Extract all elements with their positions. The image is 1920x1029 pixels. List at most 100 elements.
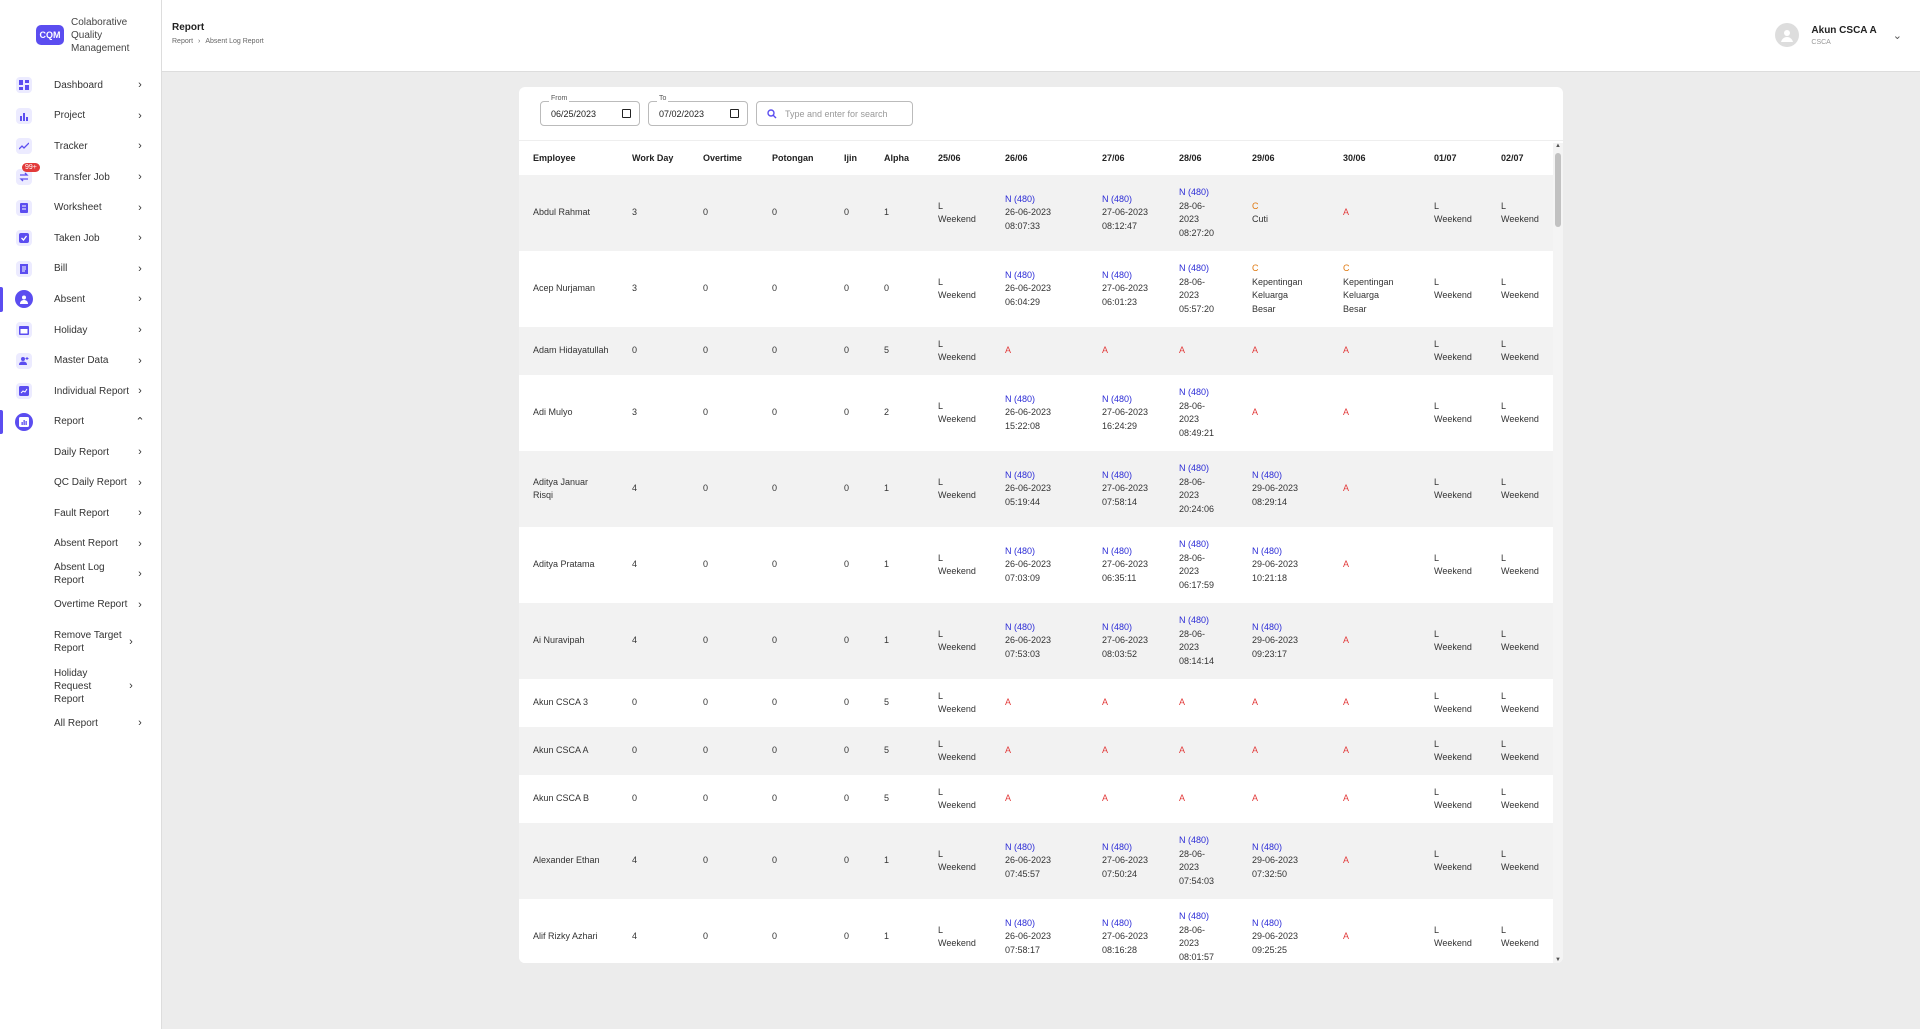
- column-header[interactable]: Potongan: [758, 141, 830, 175]
- attendance-detail: Besar: [1343, 303, 1367, 314]
- submenu-item-label: Daily Report: [54, 446, 110, 458]
- attendance-detail: 07:50:24: [1102, 868, 1138, 879]
- potongan-cell: 0: [758, 251, 830, 327]
- sidebar-item-worksheet[interactable]: Worksheet ›: [0, 192, 161, 223]
- column-header[interactable]: 02/07: [1487, 141, 1553, 175]
- table-row[interactable]: Alif Rizky Azhari 4 0 0 0 1 L Weekend N (480) 26-…: [519, 899, 1553, 963]
- attendance-detail: 08:12:47: [1102, 220, 1138, 231]
- sidebar-item-report[interactable]: Report ⌃: [0, 407, 161, 438]
- attendance-detail: 27-06-2023: [1102, 635, 1149, 646]
- column-header[interactable]: Alpha: [870, 141, 924, 175]
- attendance-cell: N (480) 29-06-2023 09:25:25: [1238, 899, 1329, 963]
- column-header[interactable]: 25/06: [924, 141, 991, 175]
- sidebar-item-tracker[interactable]: Tracker ›: [0, 131, 161, 162]
- column-header[interactable]: Overtime: [689, 141, 758, 175]
- attendance-status: A: [1252, 407, 1259, 418]
- sidebar-item-holiday[interactable]: Holiday ›: [0, 315, 161, 346]
- column-header[interactable]: 29/06: [1238, 141, 1329, 175]
- chevron-down-icon[interactable]: ⌄: [1893, 29, 1902, 42]
- report-icon-graphic: [19, 416, 29, 427]
- attendance-status: N (480): [1102, 545, 1133, 556]
- attendance-detail: Kepentingan: [1252, 276, 1303, 287]
- table-row[interactable]: Alexander Ethan 4 0 0 0 1 L Weekend N (480) 26-06…: [519, 823, 1553, 899]
- table-row[interactable]: Akun CSCA 3 0 0 0 0 5 L Weekend A A A A A L Weekend L We…: [519, 679, 1553, 727]
- bar-chart-icon: [16, 107, 32, 124]
- search-box[interactable]: [756, 101, 913, 126]
- submenu-item-remove-target-report[interactable]: Remove Target Report ›: [0, 620, 161, 664]
- overtime-cell: 0: [689, 775, 758, 823]
- column-header[interactable]: Work Day: [618, 141, 689, 175]
- attendance-status: L: [938, 476, 944, 487]
- submenu-item-label: Absent Report: [54, 538, 118, 550]
- column-header[interactable]: 28/06: [1165, 141, 1238, 175]
- brand[interactable]: CQM Colaborative Quality Management: [0, 0, 161, 70]
- sidebar-item-bill[interactable]: Bill ›: [0, 254, 161, 285]
- vertical-scrollbar[interactable]: ▲ ▼: [1553, 143, 1563, 963]
- attendance-cell: A: [1088, 727, 1165, 775]
- table-row[interactable]: Akun CSCA A 0 0 0 0 5 L Weekend A A A A A L Weekend L We…: [519, 727, 1553, 775]
- table-body: Abdul Rahmat 3 0 0 0 1 L Weekend N (480) 26-06-20…: [519, 175, 1553, 963]
- breadcrumb-item-report[interactable]: Report: [172, 38, 193, 45]
- calendar-icon[interactable]: [622, 109, 631, 118]
- attendance-status: A: [1179, 697, 1186, 708]
- from-date-field[interactable]: From 06/25/2023: [540, 95, 640, 126]
- submenu-item-qc-daily-report[interactable]: QC Daily Report ›: [0, 468, 161, 499]
- column-header[interactable]: 01/07: [1420, 141, 1487, 175]
- sidebar-item-absent[interactable]: Absent ›: [0, 284, 161, 315]
- attendance-cell: N (480) 28-06- 2023 20:24:06: [1165, 451, 1238, 527]
- table-row[interactable]: Akun CSCA B 0 0 0 0 5 L Weekend A A A A A L Weekend L We…: [519, 775, 1553, 823]
- column-header[interactable]: 27/06: [1088, 141, 1165, 175]
- to-date-field[interactable]: To 07/02/2023: [648, 95, 748, 126]
- attendance-cell: N (480) 28-06- 2023 08:49:21: [1165, 375, 1238, 451]
- attendance-detail: 29-06-2023: [1252, 855, 1299, 866]
- attendance-detail: 26-06-2023: [1005, 559, 1052, 570]
- submenu-item-overtime-report[interactable]: Overtime Report ›: [0, 590, 161, 621]
- attendance-detail: Weekend: [1501, 290, 1539, 300]
- column-header[interactable]: Ijin: [830, 141, 870, 175]
- chevron-right-icon: ›: [138, 324, 142, 337]
- submenu-item-fault-report[interactable]: Fault Report ›: [0, 498, 161, 529]
- header: Report Report › Absent Log Report Akun C…: [162, 0, 1920, 72]
- attendance-cell: N (480) 29-06-2023 09:23:17: [1238, 603, 1329, 679]
- attendance-detail: Weekend: [938, 414, 976, 424]
- sidebar-item-project[interactable]: Project ›: [0, 101, 161, 132]
- attendance-detail: 26-06-2023: [1005, 931, 1052, 942]
- user-menu[interactable]: Akun CSCA A CSCA ⌄: [1775, 23, 1902, 47]
- calendar-icon[interactable]: [730, 109, 739, 118]
- scrollbar-thumb[interactable]: [1555, 153, 1561, 227]
- submenu-item-all-report[interactable]: All Report ›: [0, 708, 161, 739]
- table-row[interactable]: Abdul Rahmat 3 0 0 0 1 L Weekend N (480) 26-06-20…: [519, 175, 1553, 251]
- work-day-cell: 0: [618, 727, 689, 775]
- submenu-item-daily-report[interactable]: Daily Report ›: [0, 437, 161, 468]
- table-row[interactable]: Ai Nuravipah 4 0 0 0 1 L Weekend N (480) 26-06-20…: [519, 603, 1553, 679]
- table-row[interactable]: Aditya Pratama 4 0 0 0 1 L Weekend N (480) 26-06-…: [519, 527, 1553, 603]
- attendance-cell: L Weekend: [924, 679, 991, 727]
- sidebar-item-taken-job[interactable]: Taken Job ›: [0, 223, 161, 254]
- table-row[interactable]: Acep Nurjaman 3 0 0 0 0 L Weekend N (480) 26-06-2…: [519, 251, 1553, 327]
- table-row[interactable]: Adam Hidayatullah 0 0 0 0 5 L Weekend A A A A A L Week…: [519, 327, 1553, 375]
- table-row[interactable]: Adi Mulyo 3 0 0 0 2 L Weekend N (480) 26-06-2023 1…: [519, 375, 1553, 451]
- scroll-up-icon[interactable]: ▲: [1555, 143, 1561, 149]
- submenu-item-absent-report[interactable]: Absent Report ›: [0, 529, 161, 560]
- attendance-detail: 26-06-2023: [1005, 207, 1052, 218]
- table-row[interactable]: Aditya Januar Risqi 4 0 0 0 1 L Weekend N (480) 2…: [519, 451, 1553, 527]
- attendance-cell: N (480) 28-06- 2023 08:01:57: [1165, 899, 1238, 963]
- submenu-item-absent-log-report[interactable]: Absent Log Report ›: [0, 559, 161, 590]
- attendance-detail: 28-06-: [1179, 200, 1206, 211]
- search-input[interactable]: [785, 108, 905, 119]
- sidebar-item-transfer-job[interactable]: Transfer Job › 99+: [0, 162, 161, 193]
- sidebar-item-master-data[interactable]: Master Data ›: [0, 345, 161, 376]
- sidebar-item-dashboard[interactable]: Dashboard ›: [0, 70, 161, 101]
- column-header[interactable]: Employee: [519, 141, 618, 175]
- attendance-detail: 26-06-2023: [1005, 407, 1052, 418]
- sidebar-item-individual-report[interactable]: Individual Report ›: [0, 376, 161, 407]
- attendance-cell: A: [1329, 527, 1420, 603]
- scroll-down-icon[interactable]: ▼: [1555, 957, 1561, 963]
- attendance-cell: L Weekend: [924, 775, 991, 823]
- attendance-detail: 26-06-2023: [1005, 483, 1052, 494]
- column-header[interactable]: 26/06: [991, 141, 1088, 175]
- column-header[interactable]: 30/06: [1329, 141, 1420, 175]
- table-container[interactable]: Employee Work Day Overtime Potongan Ijin Alph…: [519, 141, 1553, 963]
- attendance-cell: L Weekend: [924, 527, 991, 603]
- submenu-item-holiday-request-report[interactable]: Holiday Request Report ›: [0, 664, 161, 708]
